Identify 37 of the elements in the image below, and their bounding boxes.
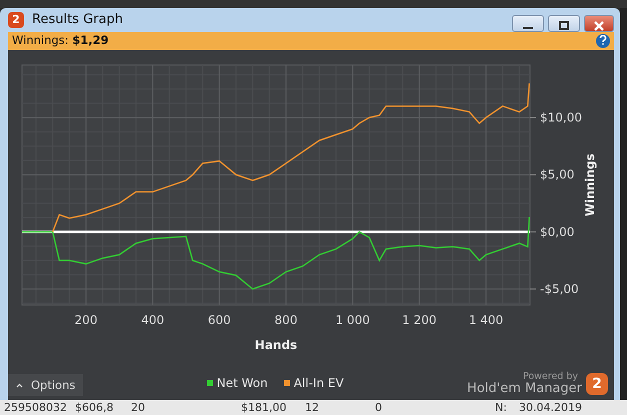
x-tick-label: 1 200 [402,313,437,327]
product-name: Hold'em Manager [467,382,582,396]
options-button[interactable]: Options [8,374,84,396]
x-tick-label: 400 [141,313,164,327]
y-tick-label: $10,00 [540,110,582,125]
x-tick-label: 200 [74,313,98,327]
app-logo-icon: 2 [8,12,24,28]
x-axis-title: Hands [254,338,298,350]
y-axis-title: Winnings [583,154,597,216]
chevron-up-icon [16,382,23,388]
minimize-button[interactable] [512,15,544,32]
x-tick-label: 600 [208,313,231,327]
table-cell-text: 30.04.2019 [518,400,583,415]
table-cell-text: $606,8 [74,400,114,415]
table-cell-text: $181,00 [240,400,288,415]
legend-label: All-In EV [294,375,344,392]
x-tick-label: 1 000 [335,313,370,327]
table-cell-text: 12 [304,400,320,415]
window-title: Results Graph [32,11,124,30]
powered-by-caption: Powered by [522,372,578,382]
x-tick-label: 800 [274,313,298,327]
legend-label: Net Won [216,375,268,392]
close-icon [593,20,605,31]
maximize-button[interactable] [548,15,580,32]
y-tick-label: $0,00 [540,224,574,239]
table-cell-text: 259508032 [3,400,68,415]
winnings-summary: Winnings: $1,29 [12,32,110,50]
help-icon[interactable] [596,34,610,48]
x-tick-label: 1 400 [468,313,504,327]
product-logo-icon: 2 [586,373,608,395]
maximize-icon [558,21,570,30]
table-cell-text: 20 [130,400,146,415]
table-cell-text: 0 [374,400,383,415]
table-cell-text: N: [494,400,508,415]
y-tick-label: $5,00 [540,168,574,182]
close-button[interactable] [584,15,614,32]
y-tick-label: -$5,00 [540,282,579,296]
